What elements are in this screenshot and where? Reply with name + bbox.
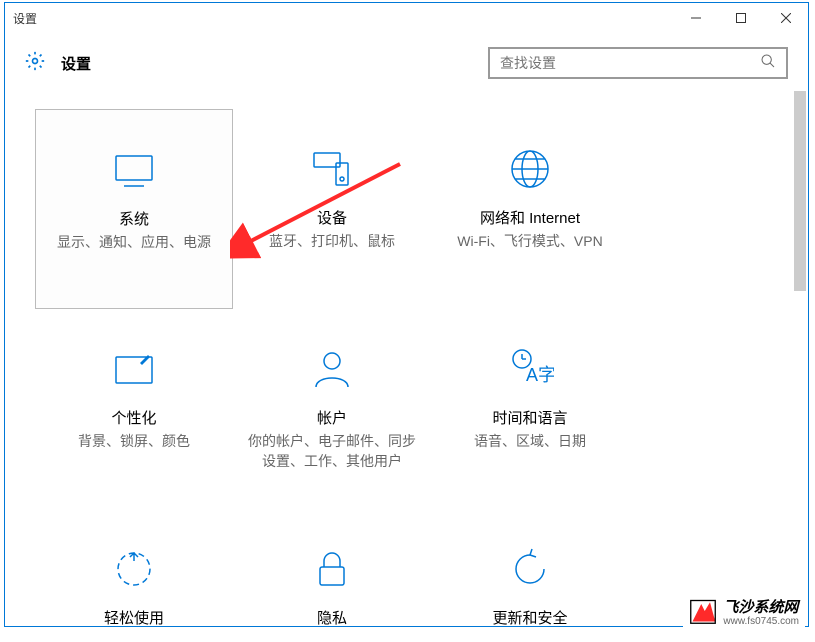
header: 设置 <box>5 33 808 89</box>
gear-icon <box>25 51 45 76</box>
close-button[interactable] <box>763 3 808 33</box>
time-language-icon: A字 <box>506 339 554 399</box>
content: 系统 显示、通知、应用、电源 设备 蓝牙、打印机、鼠标 网络和 Internet… <box>5 89 808 629</box>
window-title: 设置 <box>13 10 37 27</box>
tile-accounts[interactable]: 帐户 你的帐户、电子邮件、同步设置、工作、其他用户 <box>233 309 431 509</box>
devices-icon <box>308 139 356 199</box>
lock-icon <box>308 539 356 599</box>
watermark-logo-icon <box>689 597 717 630</box>
search-icon <box>760 53 776 74</box>
page-title: 设置 <box>61 53 91 74</box>
watermark-url: www.fs0745.com <box>723 616 799 627</box>
settings-window: 设置 设置 系统 显示、通知、应用、电源 <box>4 2 809 627</box>
tile-desc: 蓝牙、打印机、鼠标 <box>257 232 407 252</box>
tile-title: 个性化 <box>111 407 156 428</box>
tile-personalization[interactable]: 个性化 背景、锁屏、颜色 <box>35 309 233 509</box>
tile-desc: 你的帐户、电子邮件、同步设置、工作、其他用户 <box>233 432 431 471</box>
tile-desc: Wi-Fi、飞行模式、VPN <box>445 232 614 252</box>
watermark-title: 飞沙系统网 <box>723 600 799 617</box>
tile-title: 时间和语言 <box>492 407 567 428</box>
tile-title: 设备 <box>317 207 347 228</box>
svg-text:A字: A字 <box>526 365 554 385</box>
display-icon <box>110 140 158 200</box>
tile-ease-of-access[interactable]: 轻松使用 <box>35 509 233 629</box>
titlebar: 设置 <box>5 3 808 33</box>
update-icon <box>506 539 554 599</box>
tile-devices[interactable]: 设备 蓝牙、打印机、鼠标 <box>233 109 431 309</box>
tile-title: 更新和安全 <box>492 607 567 628</box>
tile-title: 隐私 <box>317 607 347 628</box>
maximize-button[interactable] <box>718 3 763 33</box>
tile-desc: 显示、通知、应用、电源 <box>45 233 223 253</box>
tile-title: 系统 <box>119 208 149 229</box>
tile-system[interactable]: 系统 显示、通知、应用、电源 <box>35 109 233 309</box>
tile-desc: 背景、锁屏、颜色 <box>66 432 202 452</box>
tile-network[interactable]: 网络和 Internet Wi-Fi、飞行模式、VPN <box>431 109 629 309</box>
person-icon <box>308 339 356 399</box>
window-controls <box>673 3 808 33</box>
tiles-grid: 系统 显示、通知、应用、电源 设备 蓝牙、打印机、鼠标 网络和 Internet… <box>5 89 808 629</box>
tile-title: 帐户 <box>317 407 347 428</box>
search-input[interactable] <box>500 55 760 71</box>
tile-time-language[interactable]: A字 时间和语言 语音、区域、日期 <box>431 309 629 509</box>
tile-desc: 语音、区域、日期 <box>462 432 598 452</box>
tile-privacy[interactable]: 隐私 <box>233 509 431 629</box>
search-box[interactable] <box>488 47 788 79</box>
ease-icon <box>110 539 158 599</box>
tile-title: 轻松使用 <box>104 607 164 628</box>
minimize-button[interactable] <box>673 3 718 33</box>
scrollbar[interactable] <box>792 89 808 629</box>
watermark: 飞沙系统网 www.fs0745.com <box>683 593 805 634</box>
tile-update-security[interactable]: 更新和安全 <box>431 509 629 629</box>
tile-title: 网络和 Internet <box>480 207 580 228</box>
scrollbar-thumb[interactable] <box>794 91 806 291</box>
personalize-icon <box>110 339 158 399</box>
globe-icon <box>506 139 554 199</box>
